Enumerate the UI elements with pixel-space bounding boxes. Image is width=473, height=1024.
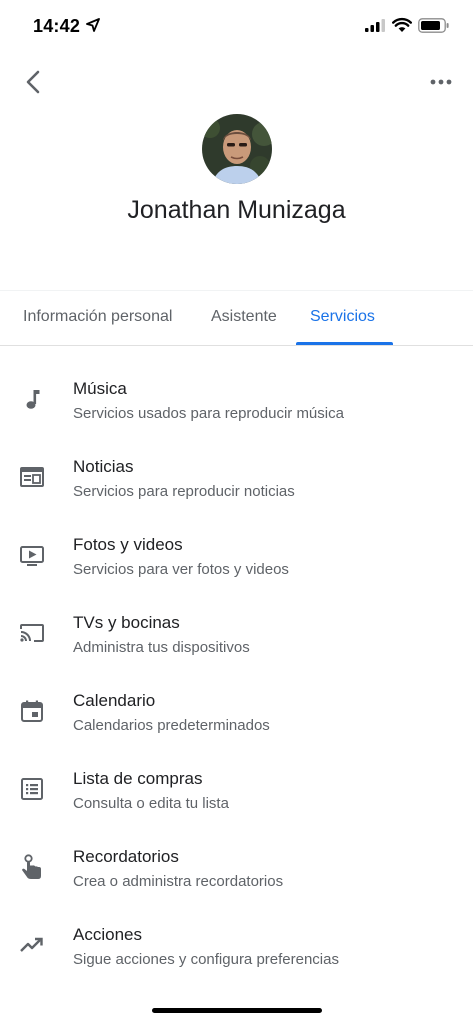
divider (0, 345, 473, 346)
list-item-subtitle: Servicios para ver fotos y videos (73, 561, 289, 578)
list-item-noticias[interactable]: Noticias Servicios para reproducir notic… (0, 438, 473, 516)
list-item-subtitle: Consulta o edita tu lista (73, 795, 229, 812)
list-item-title: Recordatorios (73, 847, 179, 866)
newspaper-icon (20, 467, 44, 487)
list-item-subtitle: Administra tus dispositivos (73, 639, 250, 656)
list-item-subtitle: Crea o administra recordatorios (73, 873, 284, 890)
list-item-subtitle: Calendarios predeterminados (73, 717, 270, 734)
battery-icon (418, 18, 449, 33)
list-item-musica[interactable]: Música Servicios usados para reproducir … (0, 360, 473, 438)
chevron-left-icon (26, 70, 40, 94)
trending-up-icon (20, 937, 43, 952)
list-item-title: Fotos y videos (73, 535, 183, 554)
list-item-title: Acciones (73, 925, 142, 944)
more-options-button[interactable] (428, 72, 454, 92)
list-item-title: Calendario (73, 691, 156, 710)
status-time: 14:42 (33, 16, 81, 36)
location-arrow-icon (86, 18, 100, 32)
avatar[interactable] (202, 114, 272, 184)
status-bar: 14:42 (0, 0, 473, 50)
reminder-hand-icon (22, 854, 41, 879)
list-item-title: Noticias (73, 457, 134, 476)
list-item-title: TVs y bocinas (73, 613, 180, 632)
tab-asistente[interactable]: Asistente (211, 292, 277, 346)
tab-bar: Información personal Asistente Servicios (0, 292, 473, 346)
list-item-subtitle: Servicios usados para reproducir música (73, 405, 344, 422)
calendar-icon (21, 700, 43, 722)
list-item-lista-de-compras[interactable]: Lista de compras Consulta o edita tu lis… (0, 750, 473, 828)
list-item-title: Música (73, 379, 127, 398)
profile-photo (202, 114, 272, 184)
list-icon (21, 778, 43, 800)
list-item-recordatorios[interactable]: Recordatorios Crea o administra recordat… (0, 828, 473, 906)
list-item-tvs-y-bocinas[interactable]: TVs y bocinas Administra tus dispositivo… (0, 594, 473, 672)
list-item-title: Lista de compras (73, 769, 203, 788)
services-list: Música Servicios usados para reproducir … (0, 360, 473, 984)
video-screen-icon (20, 546, 44, 566)
cast-icon (20, 624, 44, 642)
list-item-fotos-y-videos[interactable]: Fotos y videos Servicios para ver fotos … (0, 516, 473, 594)
list-item-calendario[interactable]: Calendario Calendarios predeterminados (0, 672, 473, 750)
home-indicator[interactable] (152, 1008, 322, 1013)
music-note-icon (26, 390, 40, 409)
profile-name: Jonathan Munizaga (127, 196, 346, 224)
list-item-subtitle: Sigue acciones y configura preferencias (73, 951, 339, 968)
divider (0, 290, 473, 291)
list-item-subtitle: Servicios para reproducir noticias (73, 483, 295, 500)
list-item-acciones[interactable]: Acciones Sigue acciones y configura pref… (0, 906, 473, 984)
back-button[interactable] (20, 68, 48, 96)
cellular-signal-icon (365, 19, 385, 32)
more-horizontal-icon (430, 79, 452, 85)
tab-informacion-personal[interactable]: Información personal (23, 292, 172, 346)
tab-servicios[interactable]: Servicios (310, 292, 375, 346)
wifi-icon (392, 17, 412, 32)
